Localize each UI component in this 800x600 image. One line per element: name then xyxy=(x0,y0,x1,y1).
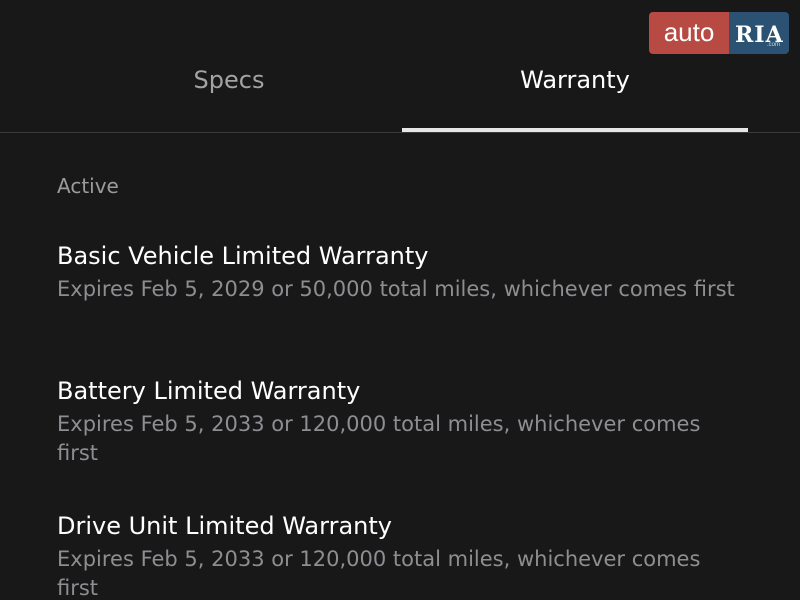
warranty-description: Expires Feb 5, 2033 or 120,000 total mil… xyxy=(57,547,701,600)
warranty-title: Battery Limited Warranty xyxy=(57,377,361,405)
active-tab-indicator xyxy=(402,128,748,132)
warranty-item-basic: Basic Vehicle Limited Warranty Expires F… xyxy=(57,241,737,304)
warranty-title: Drive Unit Limited Warranty xyxy=(57,512,392,540)
tab-specs[interactable]: Specs xyxy=(56,62,402,102)
warranty-description: Expires Feb 5, 2029 or 50,000 total mile… xyxy=(57,277,735,301)
logo-auto-text: auto xyxy=(649,12,729,54)
logo-ria-block: RIA .com xyxy=(729,12,789,54)
warranty-description: Expires Feb 5, 2033 or 120,000 total mil… xyxy=(57,412,701,465)
logo-com-text: .com xyxy=(767,42,781,48)
warranty-title: Basic Vehicle Limited Warranty xyxy=(57,242,429,270)
section-label-active: Active xyxy=(57,174,119,198)
autoria-logo: auto RIA .com xyxy=(649,12,789,54)
warranty-item-drive-unit: Drive Unit Limited Warranty Expires Feb … xyxy=(57,511,737,600)
warranty-item-battery: Battery Limited Warranty Expires Feb 5, … xyxy=(57,376,737,468)
tab-warranty[interactable]: Warranty xyxy=(402,62,748,102)
warranty-screen: Specs Warranty auto RIA .com Active Basi… xyxy=(0,0,800,600)
